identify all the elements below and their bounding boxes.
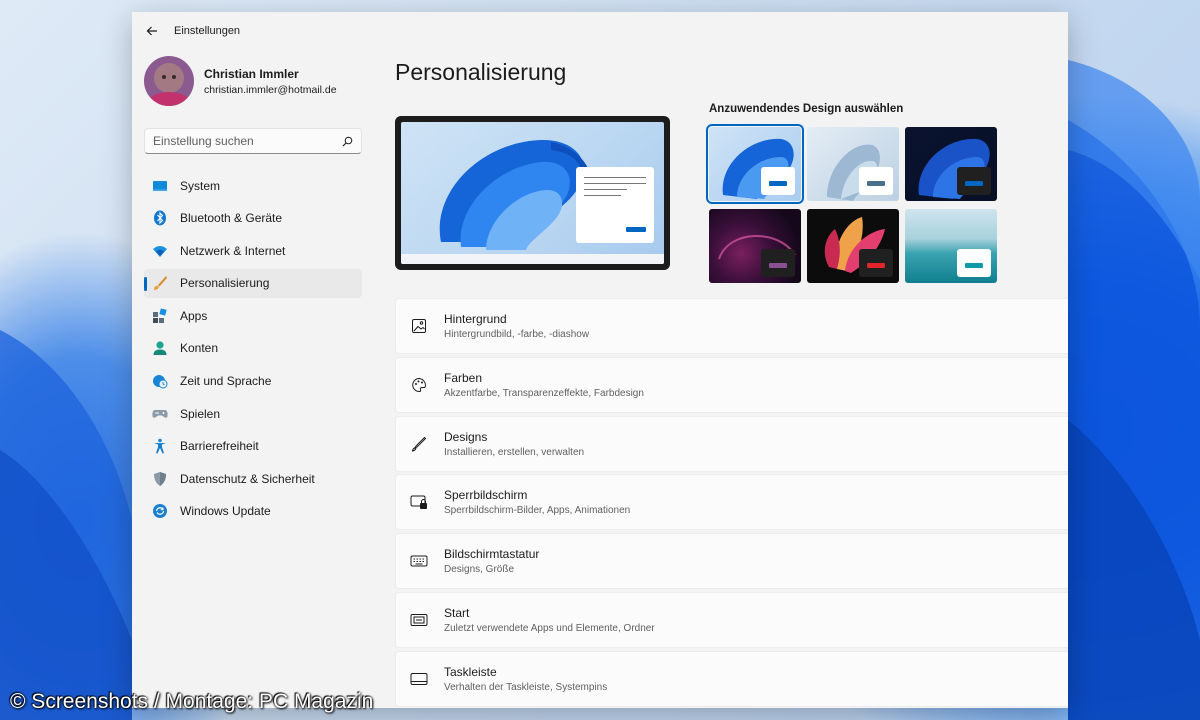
- setting-desc: Designs, Größe: [444, 564, 515, 576]
- sidebar-item-label: Netzwerk & Internet: [180, 243, 286, 258]
- settings-list: Hintergrund Hintergrundbild, -farbe, -di…: [395, 298, 1068, 708]
- app-title: Einstellungen: [174, 25, 241, 37]
- setting-desc: Verhalten der Taskleiste, Systempins: [444, 681, 608, 693]
- setting-lock-screen[interactable]: Sperrbildschirm Sperrbildschirm-Bilder, …: [395, 474, 1068, 531]
- preview-desktop: [401, 122, 664, 264]
- theme-grid: [706, 124, 999, 283]
- search-icon[interactable]: [342, 136, 353, 147]
- avatar: [144, 56, 194, 106]
- setting-taskbar[interactable]: Taskleiste Verhalten der Taskleiste, Sys…: [395, 650, 1068, 707]
- setting-background[interactable]: Hintergrund Hintergrundbild, -farbe, -di…: [395, 298, 1068, 354]
- setting-desc: Hintergrundbild, -farbe, -diashow: [444, 329, 590, 340]
- person-icon: [152, 340, 168, 356]
- sidebar-item-bluetooth[interactable]: Bluetooth & Geräte: [144, 204, 362, 233]
- image-icon: [410, 317, 428, 335]
- start-icon: [410, 611, 428, 629]
- sidebar-item-label: Datenschutz & Sicherheit: [180, 471, 315, 486]
- user-profile[interactable]: Christian Immler christian.immler@hotmai…: [144, 56, 337, 106]
- keyboard-icon: [410, 552, 428, 570]
- search-input[interactable]: [153, 134, 342, 148]
- sidebar-item-personalization[interactable]: Personalisierung: [144, 268, 362, 298]
- theme-preview: [395, 116, 670, 270]
- setting-desc: Installieren, erstellen, verwalten: [444, 446, 585, 458]
- pen-icon: [410, 435, 428, 453]
- sidebar-item-label: System: [180, 178, 221, 193]
- sidebar-item-network[interactable]: Netzwerk & Internet: [144, 236, 362, 265]
- setting-title: Start: [444, 605, 470, 620]
- theme-tile-flow[interactable]: [807, 209, 899, 283]
- update-icon: [152, 503, 168, 519]
- search-box[interactable]: [144, 128, 362, 154]
- themes-heading: Anzuwendendes Design auswählen: [709, 103, 904, 115]
- palette-icon: [410, 376, 428, 394]
- apps-icon: [152, 308, 168, 324]
- sidebar-item-windows-update[interactable]: Windows Update: [144, 497, 362, 526]
- back-button[interactable]: [134, 12, 170, 50]
- profile-name: Christian Immler: [204, 66, 299, 81]
- sidebar-item-label: Zeit und Sprache: [180, 374, 272, 389]
- sidebar-item-time-language[interactable]: Zeit und Sprache: [144, 367, 362, 396]
- sidebar-item-label: Spielen: [180, 406, 221, 421]
- setting-colors[interactable]: Farben Akzentfarbe, Transparenzeffekte, …: [395, 356, 1068, 413]
- sidebar-item-label: Windows Update: [180, 504, 271, 519]
- title-bar: Einstellungen: [132, 12, 1068, 50]
- sidebar-item-privacy-security[interactable]: Datenschutz & Sicherheit: [144, 464, 362, 493]
- sidebar-item-label: Apps: [180, 308, 208, 323]
- sidebar-nav: System Bluetooth & Geräte Netzwerk & Int…: [144, 171, 362, 530]
- theme-tile-windows-dark[interactable]: [905, 127, 997, 201]
- theme-tile-glow[interactable]: [807, 127, 899, 201]
- globe-clock-icon: [152, 373, 168, 389]
- setting-title: Taskleiste: [444, 664, 497, 679]
- gamepad-icon: [152, 406, 168, 422]
- sidebar-item-label: Bluetooth & Geräte: [180, 211, 283, 226]
- theme-tile-captured-motion[interactable]: [709, 209, 801, 283]
- lock-screen-icon: [410, 493, 428, 511]
- sidebar-item-accounts[interactable]: Konten: [144, 334, 362, 363]
- monitor-icon: [152, 178, 168, 194]
- preview-window: [576, 167, 654, 243]
- sidebar-item-system[interactable]: System: [144, 171, 362, 200]
- preview-taskbar: [401, 254, 664, 264]
- setting-desc: Zuletzt verwendete Apps und Elemente, Or…: [444, 622, 655, 634]
- setting-title: Farben: [444, 370, 483, 385]
- back-arrow-icon: [146, 26, 157, 36]
- sidebar-item-label: Konten: [180, 341, 219, 356]
- setting-themes[interactable]: Designs Installieren, erstellen, verwalt…: [395, 415, 1068, 472]
- sidebar-item-accessibility[interactable]: Barrierefreiheit: [144, 432, 362, 461]
- taskbar-icon: [410, 670, 428, 688]
- setting-title: Hintergrund: [444, 312, 507, 326]
- sidebar-item-label: Personalisierung: [180, 276, 270, 291]
- wifi-icon: [152, 243, 168, 259]
- setting-desc: Sperrbildschirm-Bilder, Apps, Animatione…: [444, 505, 631, 517]
- copyright-watermark: © Screenshots / Montage: PC Magazin: [10, 690, 374, 713]
- theme-tile-sunrise[interactable]: [905, 209, 997, 283]
- brush-icon: [152, 275, 168, 291]
- theme-tile-windows-light[interactable]: [706, 124, 804, 204]
- profile-email: christian.immler@hotmail.de: [204, 83, 337, 96]
- shield-icon: [152, 471, 168, 487]
- setting-title: Sperrbildschirm: [444, 488, 528, 503]
- setting-start[interactable]: Start Zuletzt verwendete Apps und Elemen…: [395, 591, 1068, 648]
- setting-desc: Akzentfarbe, Transparenzeffekte, Farbdes…: [444, 387, 644, 399]
- accessibility-icon: [152, 438, 168, 454]
- setting-title: Designs: [444, 429, 488, 444]
- bluetooth-icon: [152, 210, 168, 226]
- setting-touch-keyboard[interactable]: Bildschirmtastatur Designs, Größe: [395, 533, 1068, 590]
- sidebar-item-gaming[interactable]: Spielen: [144, 399, 362, 428]
- page-title: Personalisierung: [395, 59, 567, 85]
- setting-title: Bildschirmtastatur: [444, 547, 540, 562]
- sidebar-item-label: Barrierefreiheit: [180, 439, 259, 454]
- settings-window: Einstellungen Christian Immler christian…: [132, 12, 1068, 708]
- sidebar-item-apps[interactable]: Apps: [144, 301, 362, 330]
